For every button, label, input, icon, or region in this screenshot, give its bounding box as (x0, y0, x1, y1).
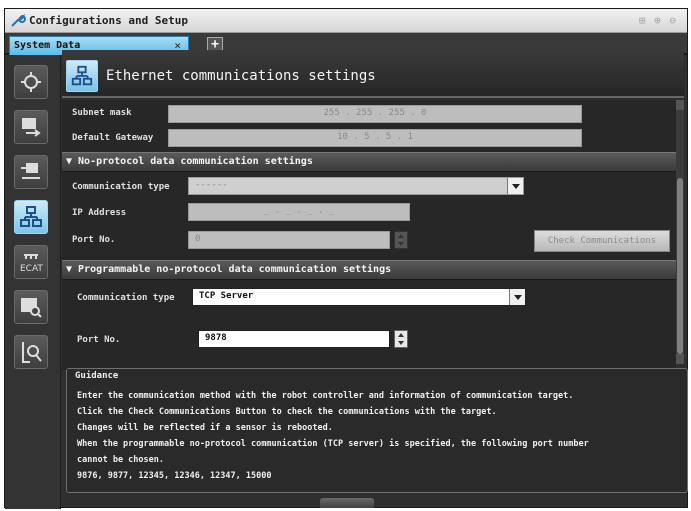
subnet-mask-label: Subnet mask (72, 108, 132, 118)
default-gateway-label: Default Gateway (72, 133, 154, 143)
sidebar-item-device[interactable] (14, 110, 48, 144)
port-label: Port No. (72, 235, 116, 245)
window-title: Configurations and Setup (29, 14, 188, 27)
guidance-line: cannot be chosen. (77, 455, 164, 465)
io-icon (21, 163, 40, 179)
inspect-icon (22, 342, 42, 363)
network-icon (71, 65, 93, 86)
sidebar-item-inspect[interactable] (14, 335, 48, 369)
scrollbar-thumb[interactable] (677, 178, 683, 354)
window-search-icon (21, 298, 42, 318)
guidance-line: When the programmable no-protocol commun… (77, 439, 589, 449)
vertical-scrollbar[interactable] (676, 100, 684, 364)
prog-port-label: Port No. (77, 335, 121, 345)
guidance-line: 9876, 9877, 12345, 12346, 12347, 15000 (77, 471, 272, 481)
check-communications-button[interactable]: Check Communications (534, 230, 670, 252)
sidebar: ECAT (5, 55, 61, 509)
scroll-up-icon[interactable] (676, 100, 684, 110)
guidance-panel: Guidance Enter the communication method … (66, 368, 688, 493)
network-icon (20, 206, 42, 227)
chevron-down-icon[interactable] (507, 178, 523, 194)
subnet-mask-field: 255 . 255 . 255 . 0 (168, 105, 582, 123)
guidance-line: Changes will be reflected if a sensor is… (77, 423, 333, 433)
comm-type-value: ------ (195, 180, 228, 190)
prog-port-field[interactable]: 9878 (198, 330, 390, 348)
page-header: Ethernet communications settings (62, 50, 684, 98)
wrench-icon (11, 13, 26, 27)
ecat-label: ECAT (20, 264, 43, 274)
no-protocol-section-header[interactable]: ▼ No-protocol data communication setting… (62, 152, 676, 172)
window-controls[interactable]: ⊞ ⊕ ⊖ (639, 14, 677, 27)
default-gateway-field: 10 . 5 . 5 . 1 (168, 129, 582, 147)
comm-type-label: Communication type (72, 182, 170, 192)
ip-address-field: _ . _ . _ . _ (188, 203, 410, 221)
sidebar-item-network[interactable] (14, 200, 48, 234)
scroll-down-icon[interactable] (676, 354, 684, 364)
sidebar-item-window-search[interactable] (14, 290, 48, 324)
chevron-down-icon[interactable] (509, 289, 525, 305)
port-field: 0 (188, 231, 390, 249)
prog-comm-type-value: TCP Server (199, 291, 254, 301)
prog-port-stepper[interactable] (394, 330, 408, 348)
device-icon (22, 118, 41, 137)
prog-comm-type-select[interactable]: TCP Server (192, 288, 526, 306)
ip-address-label: IP Address (72, 208, 127, 218)
sidebar-item-io[interactable] (14, 155, 48, 189)
sidebar-item-ecat[interactable]: ECAT (14, 245, 48, 279)
title-bar: Configurations and Setup ⊞ ⊕ ⊖ (5, 9, 687, 33)
ecat-icon: ECAT (20, 254, 43, 274)
page-title: Ethernet communications settings (106, 68, 376, 84)
resize-handle[interactable] (320, 498, 374, 508)
guidance-line: Click the Check Communications Button to… (77, 407, 497, 417)
programmable-section-header[interactable]: ▼ Programmable no-protocol data communic… (62, 260, 676, 280)
comm-type-select[interactable]: ------ (188, 177, 524, 195)
guidance-line: Enter the communication method with the … (77, 391, 574, 401)
guidance-title: Guidance (75, 371, 119, 381)
settings-icon (21, 72, 41, 92)
settings-panel: Subnet mask 255 . 255 . 255 . 0 Default … (62, 100, 676, 370)
header-icon-box (66, 60, 98, 92)
sidebar-item-settings[interactable] (14, 65, 48, 99)
port-stepper[interactable] (394, 231, 408, 249)
prog-comm-type-label: Communication type (77, 293, 175, 303)
